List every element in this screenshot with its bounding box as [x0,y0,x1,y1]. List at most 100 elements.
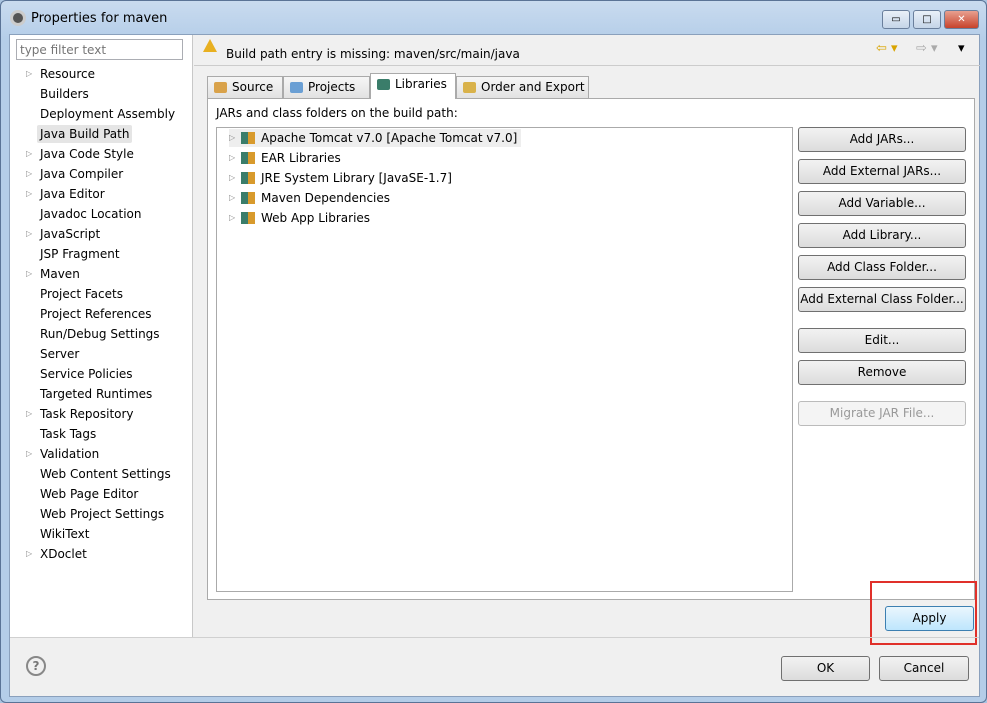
maximize-button[interactable]: □ [913,10,941,29]
warning-icon [203,39,217,52]
tree-item[interactable]: JSP Fragment [40,245,120,263]
apply-button[interactable]: Apply [885,606,974,631]
tree-item[interactable]: ▷ Java Compiler [26,165,124,183]
property-pages-panel: ▷ Resource Builders Deployment Assembly Java… [10,35,193,637]
tree-item[interactable]: Javadoc Location [40,205,141,223]
expand-icon[interactable]: ▷ [26,225,32,243]
tree-item[interactable]: Java Build Path [37,125,133,143]
tree-item[interactable]: Project Facets [40,285,123,303]
close-button[interactable]: ✕ [944,10,979,29]
tree-item-label: Resource [40,67,96,81]
expand-icon[interactable]: ▷ [26,65,32,83]
tab-icon [214,82,227,93]
forward-button[interactable]: ⇨ ▾ [916,41,938,56]
back-button[interactable]: ⇦ ▾ [876,41,898,56]
tree-item[interactable]: Project References [40,305,152,323]
expand-icon[interactable]: ▷ [26,145,32,163]
expand-icon[interactable]: ▷ [229,209,235,227]
tree-item[interactable]: ▷ JavaScript [26,225,100,243]
library-icon [241,132,255,144]
tab-projects[interactable]: Projects [283,76,370,98]
tree-item-label: Java Build Path [40,127,130,141]
tree-item[interactable]: Deployment Assembly [40,105,175,123]
tree-item[interactable]: Web Project Settings [40,505,164,523]
tree-item[interactable]: ▷ Validation [26,445,99,463]
tree-item[interactable]: ▷ Resource [26,65,96,83]
tree-item[interactable]: ▷ Java Editor [26,185,105,203]
tab-libraries[interactable]: Libraries [370,73,456,99]
tree-item[interactable]: Task Tags [40,425,96,443]
tree-item[interactable]: Web Content Settings [40,465,171,483]
filter-input[interactable] [16,39,183,60]
help-icon[interactable]: ? [26,656,46,676]
tab-label: Libraries [395,77,447,91]
tree-item[interactable]: Targeted Runtimes [40,385,152,403]
tab-label: Order and Export [481,80,585,94]
libraries-label: JARs and class folders on the build path… [216,106,458,120]
expand-icon[interactable]: ▷ [229,189,235,207]
add-library-button[interactable]: Add Library... [798,223,966,248]
tree-item[interactable]: Web Page Editor [40,485,138,503]
tree-item[interactable]: Server [40,345,79,363]
expand-icon[interactable]: ▷ [26,265,32,283]
remove-button[interactable]: Remove [798,360,966,385]
dialog-body: ▷ Resource Builders Deployment Assembly Java… [9,34,980,697]
tree-item[interactable]: ▷ Task Repository [26,405,134,423]
libraries-list[interactable]: ▷ Apache Tomcat v7.0 [Apache Tomcat v7.0]… [216,127,793,592]
eclipse-app-icon [10,10,26,26]
window-title: Properties for maven [31,11,168,26]
tree-item-label: Deployment Assembly [40,107,176,121]
add-class-folder-button[interactable]: Add Class Folder... [798,255,966,280]
properties-window: Properties for maven ▭ □ ✕ ▷ Resource Buil… [0,0,987,703]
expand-icon[interactable]: ▷ [229,149,235,167]
library-item[interactable]: ▷ Maven Dependencies [229,189,390,207]
add-jars-button[interactable]: Add JARs... [798,127,966,152]
expand-icon[interactable]: ▷ [26,405,32,423]
library-item[interactable]: ▷ Apache Tomcat v7.0 [Apache Tomcat v7.0] [229,129,522,147]
library-item[interactable]: ▷ Web App Libraries [229,209,370,227]
cancel-button[interactable]: Cancel [879,656,969,681]
tree-item[interactable]: ▷ Maven [26,265,80,283]
tree-item[interactable]: WikiText [40,525,90,543]
expand-icon[interactable]: ▷ [26,445,32,463]
footer-divider [10,637,979,638]
library-icon [241,192,255,204]
expand-icon[interactable]: ▷ [26,545,32,563]
add-external-class-folder-button[interactable]: Add External Class Folder... [798,287,966,312]
add-external-jars-button[interactable]: Add External JARs... [798,159,966,184]
expand-icon[interactable]: ▷ [229,169,235,187]
view-menu-button[interactable]: ▾ [958,41,965,56]
library-item[interactable]: ▷ JRE System Library [JavaSE-1.7] [229,169,452,187]
tree-item-label: Web Page Editor [40,487,139,501]
expand-icon[interactable]: ▷ [26,165,32,183]
tree-item-label: Java Compiler [40,167,124,181]
tree-item[interactable]: Run/Debug Settings [40,325,160,343]
library-label: EAR Libraries [261,151,341,165]
migrate-jar-file-button[interactable]: Migrate JAR File... [798,401,966,426]
tree-item-label: Builders [40,87,89,101]
tree-item-label: Targeted Runtimes [40,387,153,401]
library-item[interactable]: ▷ EAR Libraries [229,149,341,167]
ok-button[interactable]: OK [781,656,870,681]
minimize-button[interactable]: ▭ [882,10,910,29]
tab-source[interactable]: Source [207,76,283,98]
tree-item-label: WikiText [40,527,90,541]
tree-item[interactable]: ▷ Java Code Style [26,145,134,163]
tree-item-label: XDoclet [40,547,87,561]
tree-item-label: Run/Debug Settings [40,327,160,341]
tree-item[interactable]: ▷ XDoclet [26,545,87,563]
library-icon [241,212,255,224]
tree-item[interactable]: Builders [40,85,89,103]
tree-item-label: Project References [40,307,152,321]
header-divider [194,65,980,66]
add-variable-button[interactable]: Add Variable... [798,191,966,216]
tree-item-label: Task Repository [40,407,134,421]
tree-item[interactable]: Service Policies [40,365,133,383]
edit-button[interactable]: Edit... [798,328,966,353]
tab-order-and-export[interactable]: Order and Export [456,76,589,98]
tab-icon [290,82,303,93]
tree-item-label: Javadoc Location [40,207,142,221]
expand-icon[interactable]: ▷ [26,185,32,203]
expand-icon[interactable]: ▷ [229,129,235,147]
tab-label: Projects [308,80,356,94]
